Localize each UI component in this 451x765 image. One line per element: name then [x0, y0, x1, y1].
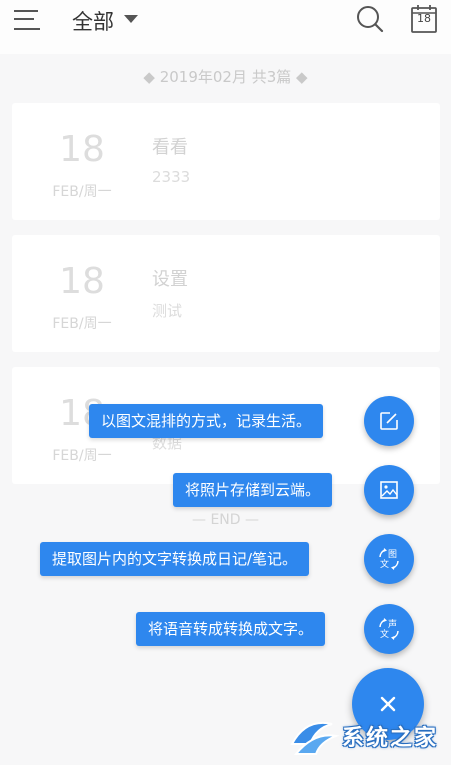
- hamburger-icon-line: [14, 28, 40, 30]
- icon-text-top: 图: [388, 549, 397, 560]
- page-title[interactable]: 全部: [72, 6, 114, 36]
- month-group-header: ◆ 2019年02月 共3篇 ◆: [143, 68, 308, 86]
- icon-text-bottom: 文: [380, 628, 389, 640]
- image-icon: [380, 481, 398, 499]
- menu-button[interactable]: [14, 8, 42, 32]
- entry-month-weekday: FEB/周一: [52, 184, 112, 200]
- icon-text-top: 声: [388, 618, 397, 630]
- chevron-down-icon[interactable]: [124, 15, 138, 23]
- entry-day: 18: [59, 129, 105, 170]
- image-ocr-button[interactable]: 图 文: [364, 534, 414, 584]
- icon-text-bottom: 文: [380, 558, 389, 570]
- entry-desc: 测试: [152, 302, 183, 320]
- entry-day: 18: [59, 261, 105, 302]
- top-bar: 全部 18: [0, 0, 451, 54]
- photo-upload-button[interactable]: [364, 465, 414, 515]
- fab-label-voice-to-text[interactable]: 将语音转成转换成文字。: [136, 612, 326, 646]
- watermark-logo-icon: [290, 722, 340, 755]
- diary-entry-card[interactable]: 18 FEB/周一 看看 2333: [12, 103, 440, 220]
- watermark-text: 系统之家: [342, 726, 439, 751]
- calendar-button[interactable]: 18: [411, 4, 439, 34]
- edit-icon: [380, 412, 398, 430]
- voice-to-text-icon: 声 文: [379, 618, 399, 640]
- calendar-day-label: 18: [417, 12, 431, 25]
- entry-desc: 2333: [152, 168, 191, 186]
- image-to-text-icon: 图 文: [379, 548, 399, 570]
- search-button[interactable]: [356, 5, 384, 33]
- voice-to-text-button[interactable]: 声 文: [364, 604, 414, 654]
- hamburger-icon: [14, 10, 38, 12]
- entry-month-weekday: FEB/周一: [52, 448, 112, 464]
- entry-title: 设置: [152, 269, 188, 290]
- fab-label-rich-text[interactable]: 以图文混排的方式，记录生活。: [89, 404, 324, 438]
- hamburger-icon-line: [14, 18, 34, 20]
- entry-title: 看看: [152, 137, 188, 158]
- search-icon: [357, 6, 384, 33]
- watermark: 系统之家: [286, 712, 446, 760]
- new-rich-entry-button[interactable]: [364, 396, 414, 446]
- diary-entry-card[interactable]: 18 FEB/周一 设置 测试: [12, 235, 440, 352]
- fab-label-image-ocr[interactable]: 提取图片内的文字转换成日记/笔记。: [40, 542, 310, 576]
- fab-label-photo-cloud[interactable]: 将照片存储到云端。: [173, 473, 333, 507]
- entry-month-weekday: FEB/周一: [52, 316, 112, 332]
